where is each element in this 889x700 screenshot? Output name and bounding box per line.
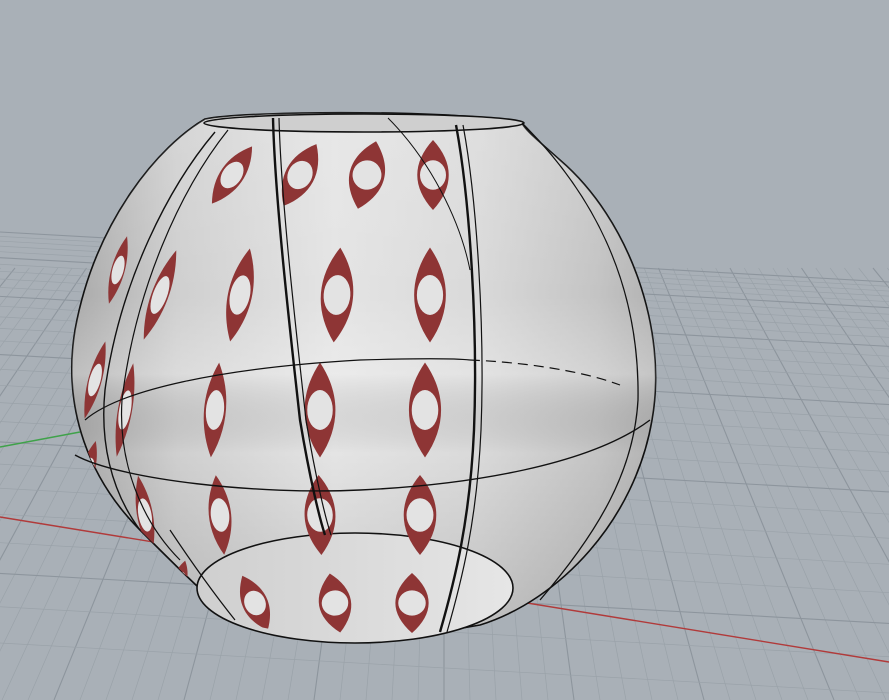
grid-line xyxy=(844,267,889,328)
3d-scene[interactable] xyxy=(0,0,889,700)
grid-line xyxy=(801,267,889,399)
top-rim xyxy=(203,113,525,133)
grid-line xyxy=(672,267,861,700)
grid-line xyxy=(772,267,889,456)
grid-line xyxy=(743,267,889,524)
grid-line xyxy=(858,267,889,308)
grid-line xyxy=(0,267,30,306)
grid-line xyxy=(758,267,889,488)
rhino-perspective-viewport[interactable] xyxy=(0,0,889,700)
grid-line xyxy=(0,267,44,327)
grid-line xyxy=(701,267,889,654)
grid-line xyxy=(686,267,887,700)
grid-line xyxy=(0,267,59,348)
vase-model[interactable] xyxy=(71,111,657,644)
grid-line xyxy=(872,267,889,289)
